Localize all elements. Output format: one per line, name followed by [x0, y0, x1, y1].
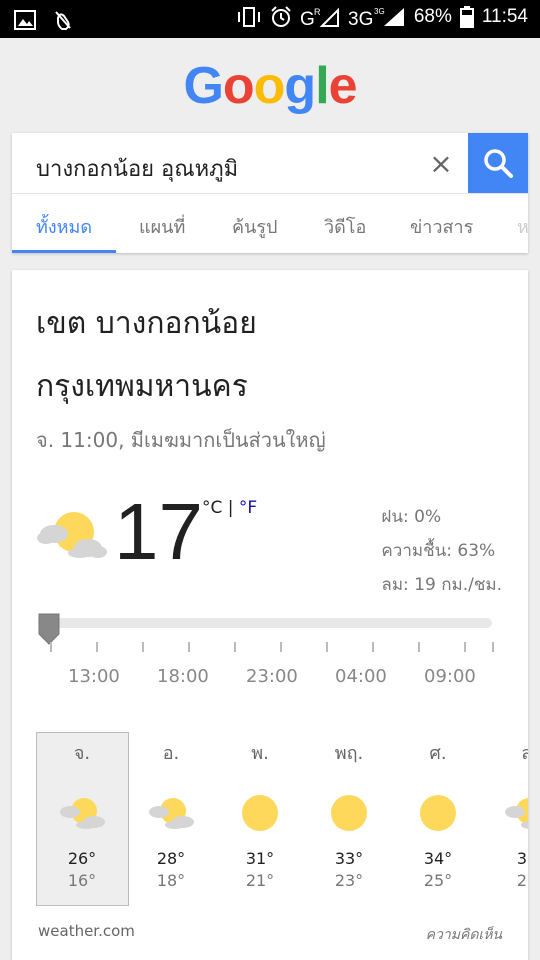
gallery-icon	[14, 10, 36, 30]
location-district: เขต บางกอกน้อย	[36, 306, 257, 341]
forecast-low: 25	[516, 871, 528, 890]
clock: 11:54	[481, 6, 528, 27]
wind: ลม: 19 กม./ชม.	[381, 575, 502, 595]
time-label: 13:00	[68, 666, 120, 687]
svg-text:3G: 3G	[348, 9, 373, 28]
celsius-unit[interactable]: °C	[202, 498, 222, 518]
close-icon: ×	[429, 147, 453, 180]
tab-maps[interactable]: แผนที่	[139, 212, 185, 241]
clear-search-button[interactable]: ×	[424, 147, 458, 181]
battery-icon	[459, 6, 474, 28]
forecast-day-fri[interactable]: ศ. 34° 25°	[398, 740, 478, 892]
unit-toggle: °C | °F	[202, 498, 257, 518]
location-city: กรุงเทพมหานคร	[36, 369, 248, 404]
forecast-high: 28°	[156, 849, 186, 868]
forecast-day-label: จ.	[73, 743, 91, 764]
source-link[interactable]: weather.com	[38, 922, 135, 940]
forecast-low: 23°	[334, 871, 364, 890]
forecast-low: 25°	[423, 871, 453, 890]
partly-cloudy-icon	[149, 798, 194, 829]
forecast-high: 35	[516, 849, 528, 868]
search-card: × ทั้งหมด แผนที่ ค้นรูป วิดีโอ ข่าวสาร ห	[12, 133, 529, 253]
search-button[interactable]	[468, 133, 528, 193]
forecast-day-mon[interactable]: จ. 26° 16°	[42, 740, 122, 892]
partly-cloudy-icon	[60, 798, 105, 829]
search-input[interactable]	[36, 153, 416, 183]
signal-g-icon: G R	[300, 7, 339, 28]
svg-text:3G: 3G	[374, 7, 385, 16]
forecast-day-label: พ.	[251, 743, 269, 764]
partly-cloudy-icon	[505, 798, 528, 829]
forecast-day-label: ส	[521, 743, 529, 764]
hourly-slider-track[interactable]	[38, 618, 492, 628]
tab-more[interactable]: ห	[517, 212, 529, 241]
tab-images[interactable]: ค้นรูป	[232, 212, 277, 241]
forecast-low: 16°	[67, 871, 97, 890]
tab-videos[interactable]: วิดีโอ	[324, 212, 366, 241]
status-bar: G R 3G 3G 68% 11:54	[0, 0, 540, 38]
time-label: 23:00	[246, 666, 298, 687]
forecast-day-sat[interactable]: ส 35 25	[487, 740, 528, 892]
forecast-high: 31°	[245, 849, 275, 868]
precipitation: ฝน: 0%	[381, 507, 442, 527]
time-label: 09:00	[424, 666, 476, 687]
svg-text:R: R	[314, 7, 321, 17]
sun-icon	[331, 795, 367, 831]
forecast-day-tue[interactable]: อ. 28° 18°	[131, 740, 211, 892]
time-label: 04:00	[335, 666, 387, 687]
weather-card: เขต บางกอกน้อย กรุงเทพมหานคร จ. 11:00, ม…	[12, 270, 528, 960]
humidity: ความชื้น: 63%	[381, 541, 496, 561]
time-label: 18:00	[157, 666, 209, 687]
forecast-high: 34°	[423, 849, 453, 868]
no-touch-icon	[55, 11, 71, 30]
partly-cloudy-icon	[37, 512, 107, 558]
forecast-day-label: ศ.	[429, 743, 447, 764]
sun-icon	[242, 795, 278, 831]
signal-3g-icon: 3G 3G	[348, 7, 404, 28]
google-logo[interactable]: Google	[0, 56, 540, 116]
feedback-link[interactable]: ความคิดเห็น	[426, 924, 502, 946]
slider-ticks	[50, 642, 494, 654]
hourly-slider-thumb[interactable]	[37, 612, 61, 646]
fahrenheit-unit[interactable]: °F	[239, 498, 257, 518]
svg-text:G: G	[300, 9, 315, 28]
weather-details: ฝน: 0% ความชื้น: 63% ลม: 19 กม./ชม.	[381, 500, 502, 602]
forecast-low: 21°	[245, 871, 275, 890]
forecast-high: 26°	[67, 849, 97, 868]
active-tab-indicator	[12, 250, 116, 253]
forecast-high: 33°	[334, 849, 364, 868]
forecast-day-thu[interactable]: พฤ. 33° 23°	[309, 740, 389, 892]
forecast-day-label: อ.	[162, 743, 180, 764]
forecast-day-label: พฤ.	[334, 743, 364, 764]
forecast-low: 18°	[156, 871, 186, 890]
search-tabs: ทั้งหมด แผนที่ ค้นรูป วิดีโอ ข่าวสาร ห	[12, 193, 529, 253]
search-icon	[484, 149, 513, 178]
vibrate-icon	[237, 7, 260, 27]
tab-all[interactable]: ทั้งหมด	[36, 212, 92, 241]
battery-percent: 68%	[413, 6, 452, 27]
current-temperature: 17	[114, 487, 203, 576]
alarm-icon	[271, 6, 291, 27]
tab-news[interactable]: ข่าวสาร	[410, 212, 473, 241]
sun-icon	[420, 795, 456, 831]
forecast-day-wed[interactable]: พ. 31° 21°	[220, 740, 300, 892]
unit-separator: |	[222, 498, 239, 518]
current-condition: จ. 11:00, มีเมฆมากเป็นส่วนใหญ่	[36, 428, 326, 452]
